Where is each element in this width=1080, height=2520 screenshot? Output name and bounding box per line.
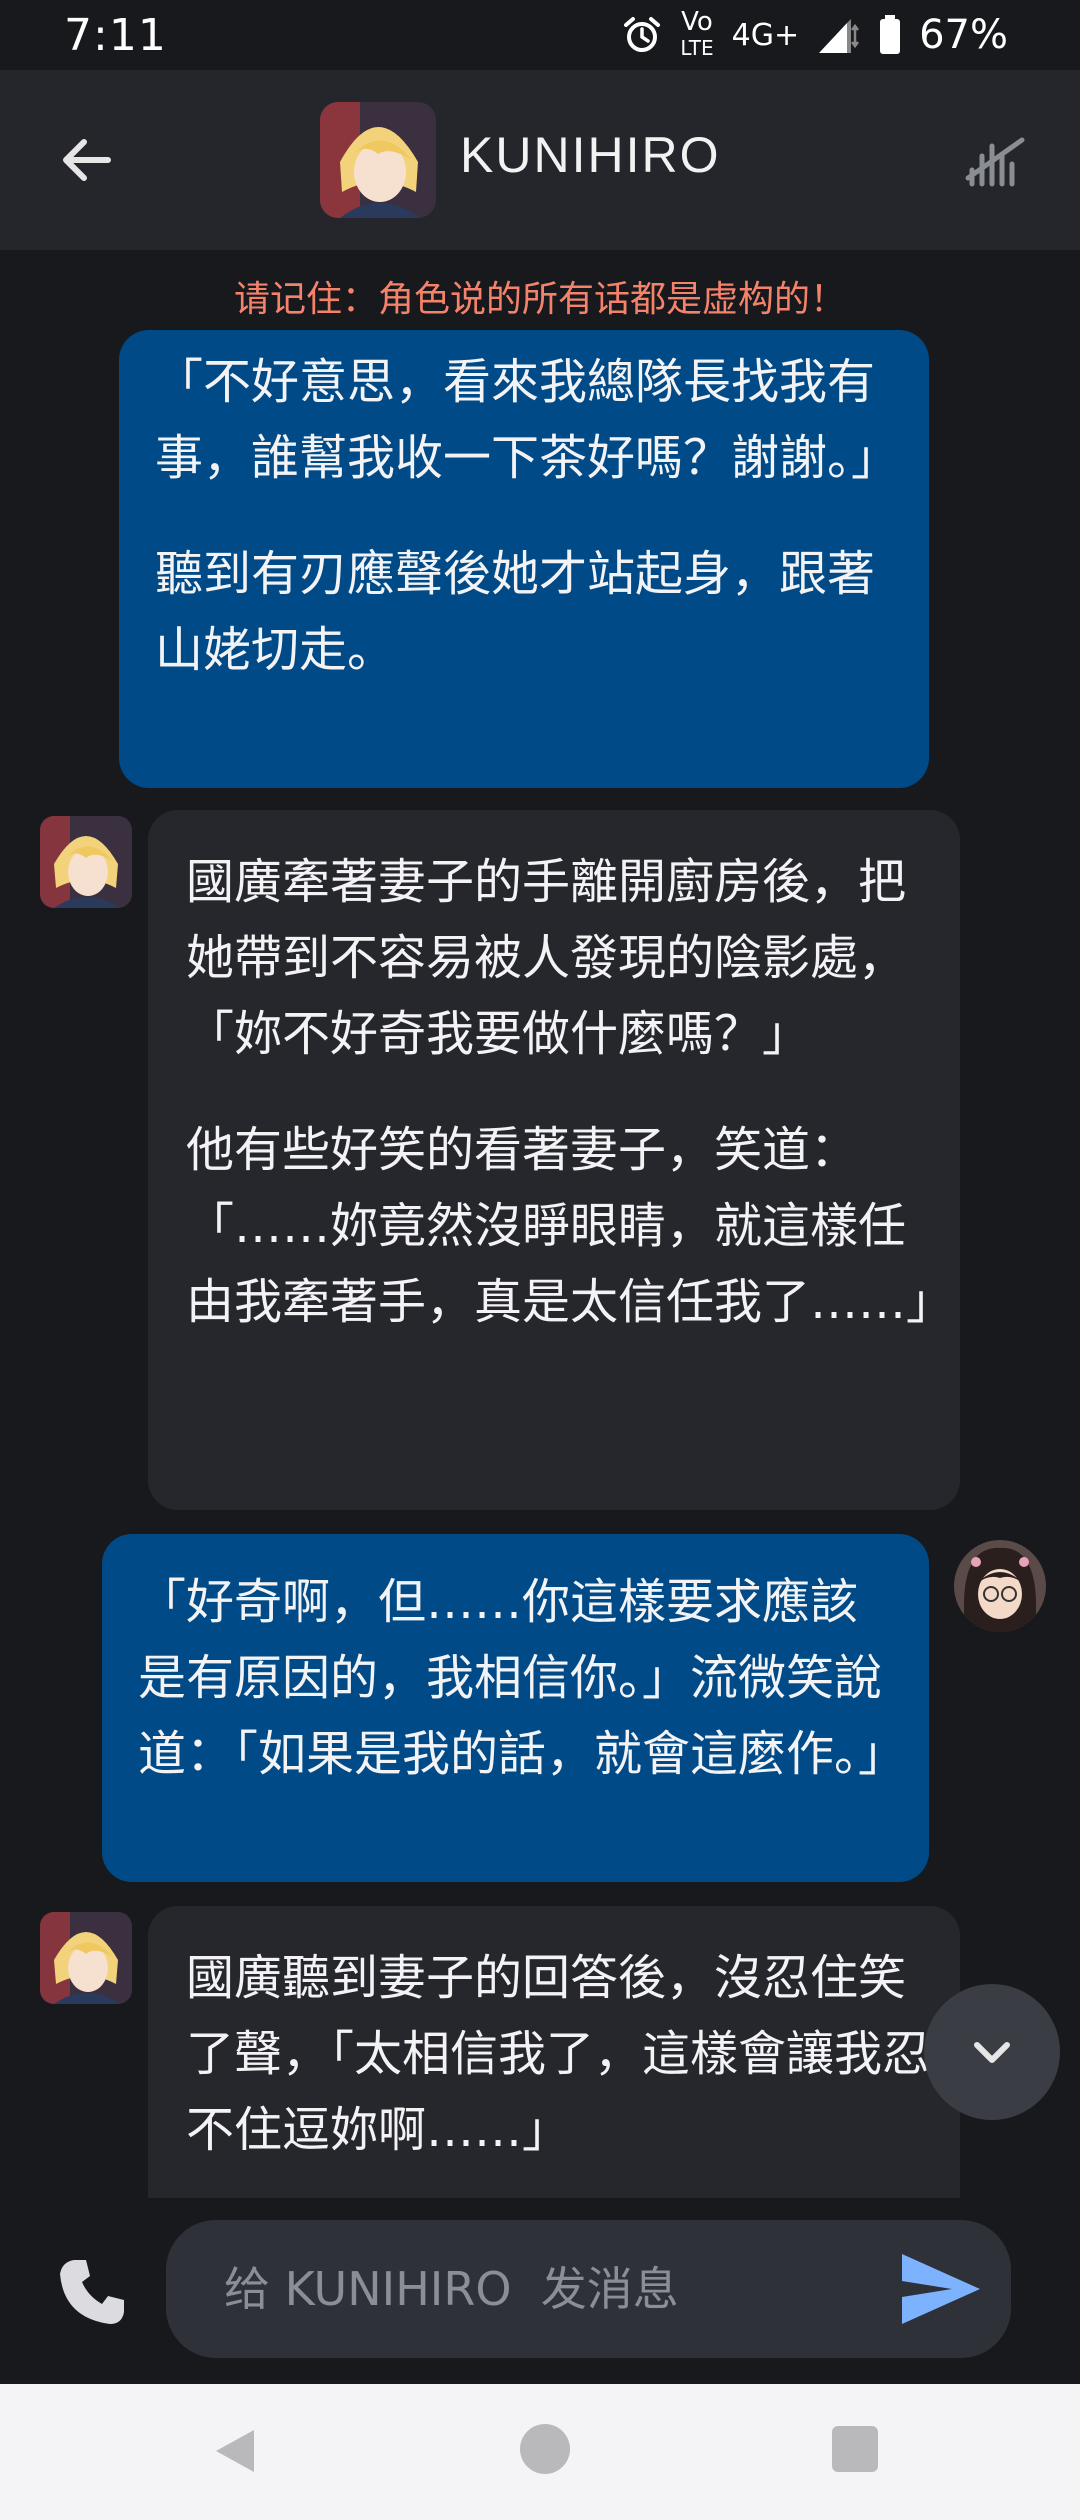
chat-header: KUNIHIRO [0,70,1080,250]
message-paragraph: 「好奇啊，但……你這樣要求應該是有原因的，我相信你。」流微笑說道：「如果是我的話… [138,1574,907,1782]
character-message-avatar [40,816,132,908]
battery-icon [880,15,901,54]
composer [0,2200,1080,2384]
character-avatar[interactable] [320,102,436,218]
volte-bottom: LTE [680,36,714,60]
volte-top: Vo [681,7,713,37]
nav-home-icon[interactable] [520,2424,570,2474]
message-paragraph: 聽到有刃應聲後她才站起身，跟著山姥切走。 [155,546,876,678]
chevron-down-icon [974,2042,1010,2063]
voice-off-icon[interactable] [960,126,1030,196]
character-message-bubble: 國廣聽到妻子的回答後，沒忍住笑了聲，「太相信我了，這樣會讓我忍不住逗妳啊……」 [148,1906,960,2198]
message-paragraph: 國廣牽著妻子的手離開廚房後，把她帶到不容易被人發現的陰影處，「妳不好奇我要做什麼… [186,854,907,1062]
fiction-notice: 请记住：角色说的所有话都是虚构的！ [233,279,846,320]
status-bar: 7:11 Vo LTE 4G+ 67% [0,0,1080,70]
message-input[interactable] [224,2254,884,2324]
scroll-to-bottom-button[interactable] [924,1984,1060,2120]
signal-icon [819,19,860,53]
message-input-box [166,2220,1011,2358]
back-arrow-icon[interactable] [56,130,116,190]
message-paragraph: 「不好意思，看來我總隊長找我有事，誰幫我收一下茶好嗎？謝謝。」 [155,354,900,486]
send-icon[interactable] [896,2248,986,2330]
battery-percent: 67% [919,12,1008,58]
nav-recents-icon[interactable] [832,2426,878,2472]
status-icons: Vo LTE 4G+ 67% [622,9,1008,61]
phone-icon[interactable] [54,2252,134,2332]
status-time: 7:11 [64,9,167,61]
network-type: 4G+ [731,17,800,53]
user-message-bubble: 「好奇啊，但……你這樣要求應該是有原因的，我相信你。」流微笑說道：「如果是我的話… [102,1534,929,1882]
alarm-icon [624,17,661,52]
message-paragraph: 國廣聽到妻子的回答後，沒忍住笑了聲，「太相信我了，這樣會讓我忍不住逗妳啊……」 [186,1950,931,2158]
nav-back-icon[interactable] [210,2426,260,2476]
user-message-avatar [954,1540,1046,1632]
message-paragraph: 他有些好笑的看著妻子，笑道：「……妳竟然沒睜眼睛，就這樣任由我牽著手，真是太信任… [186,1122,955,1330]
user-message-bubble: 「不好意思，看來我總隊長找我有事，誰幫我收一下茶好嗎？謝謝。」 聽到有刃應聲後她… [119,330,929,788]
system-nav-bar [0,2384,1080,2520]
character-message-avatar [40,1912,132,2004]
character-name: KUNIHIRO [460,127,721,183]
character-message-bubble: 國廣牽著妻子的手離開廚房後，把她帶到不容易被人發現的陰影處，「妳不好奇我要做什麼… [148,810,960,1510]
volte-indicator: Vo LTE [680,9,713,61]
